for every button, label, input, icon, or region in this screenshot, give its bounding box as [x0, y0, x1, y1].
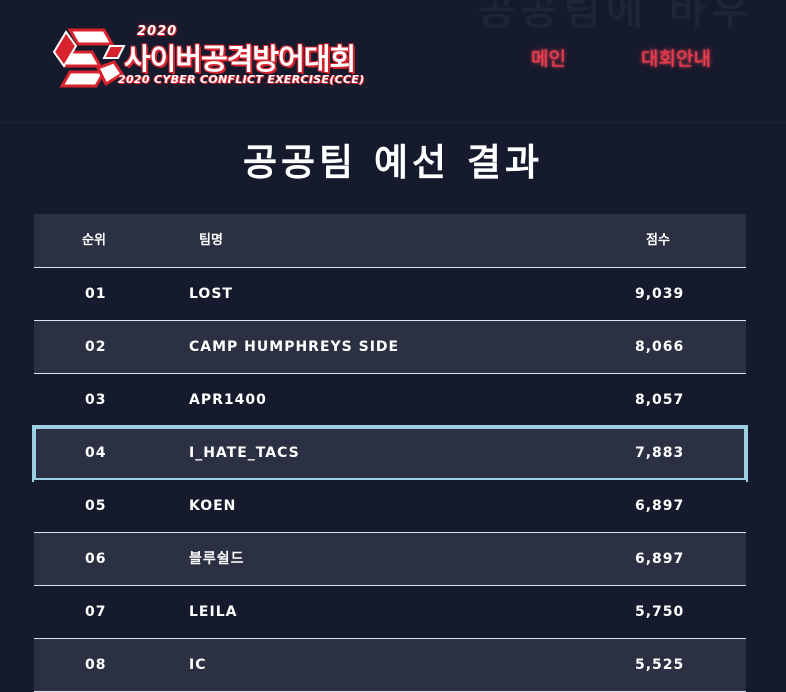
logo-title: 사이버공격방어대회: [124, 42, 356, 76]
rank-cell: 02: [85, 339, 107, 355]
team-cell: KOEN: [189, 498, 237, 514]
table-row: 07 LEILA 5,750: [34, 586, 746, 639]
score-cell: 8,066: [635, 339, 685, 355]
cce-logo[interactable]: 2020 사이버공격방어대회 2020 CYBER CONFLICT EXERC…: [52, 22, 392, 92]
rank-cell: 01: [85, 286, 107, 302]
table-row: 08 IC 5,525: [34, 639, 746, 692]
score-cell: 5,525: [635, 657, 685, 673]
table-row: 06 블루쉴드 6,897: [34, 533, 746, 586]
column-header-rank: 순위: [82, 233, 106, 248]
background-ghost-text: 공공팀에 바우: [478, 0, 755, 34]
rank-cell: 07: [85, 604, 107, 620]
team-cell: LEILA: [189, 604, 238, 620]
team-cell: LOST: [189, 286, 233, 302]
rank-cell: 04: [85, 445, 107, 461]
rank-cell: 03: [85, 392, 107, 408]
score-cell: 8,057: [635, 392, 685, 408]
rank-cell: 05: [85, 498, 107, 514]
score-cell: 5,750: [635, 604, 685, 620]
column-header-team: 팀명: [199, 233, 223, 248]
logo-subtitle: 2020 CYBER CONFLICT EXERCISE(CCE): [118, 73, 365, 86]
page-title: 공공팀 예선 결과: [242, 141, 544, 184]
table-row: 03 APR1400 8,057: [34, 374, 746, 427]
results-table: 순위 팀명 점수 01 LOST 9,039 02 CAMP HUMPHREYS…: [32, 214, 748, 692]
score-cell: 6,897: [635, 551, 685, 567]
table-row: 05 KOEN 6,897: [34, 480, 746, 533]
nav-link-contest-info[interactable]: 대회안내: [641, 44, 711, 71]
table-header: 순위 팀명 점수: [34, 214, 746, 268]
table-row: 02 CAMP HUMPHREYS SIDE 8,066: [34, 321, 746, 374]
team-cell: 블루쉴드: [189, 551, 245, 567]
table-row: 01 LOST 9,039: [34, 268, 746, 321]
rank-cell: 06: [85, 551, 107, 567]
nav-link-main[interactable]: 메인: [531, 44, 566, 71]
team-cell: I_HATE_TACS: [189, 445, 300, 461]
team-cell: IC: [189, 657, 207, 673]
rank-cell: 08: [85, 657, 107, 673]
table-row-highlighted: 04 I_HATE_TACS 7,883: [32, 425, 748, 482]
team-cell: CAMP HUMPHREYS SIDE: [189, 339, 400, 355]
score-cell: 9,039: [635, 286, 685, 302]
column-header-score: 점수: [646, 233, 670, 248]
score-cell: 7,883: [635, 445, 685, 461]
score-cell: 6,897: [635, 498, 685, 514]
team-cell: APR1400: [189, 392, 267, 408]
